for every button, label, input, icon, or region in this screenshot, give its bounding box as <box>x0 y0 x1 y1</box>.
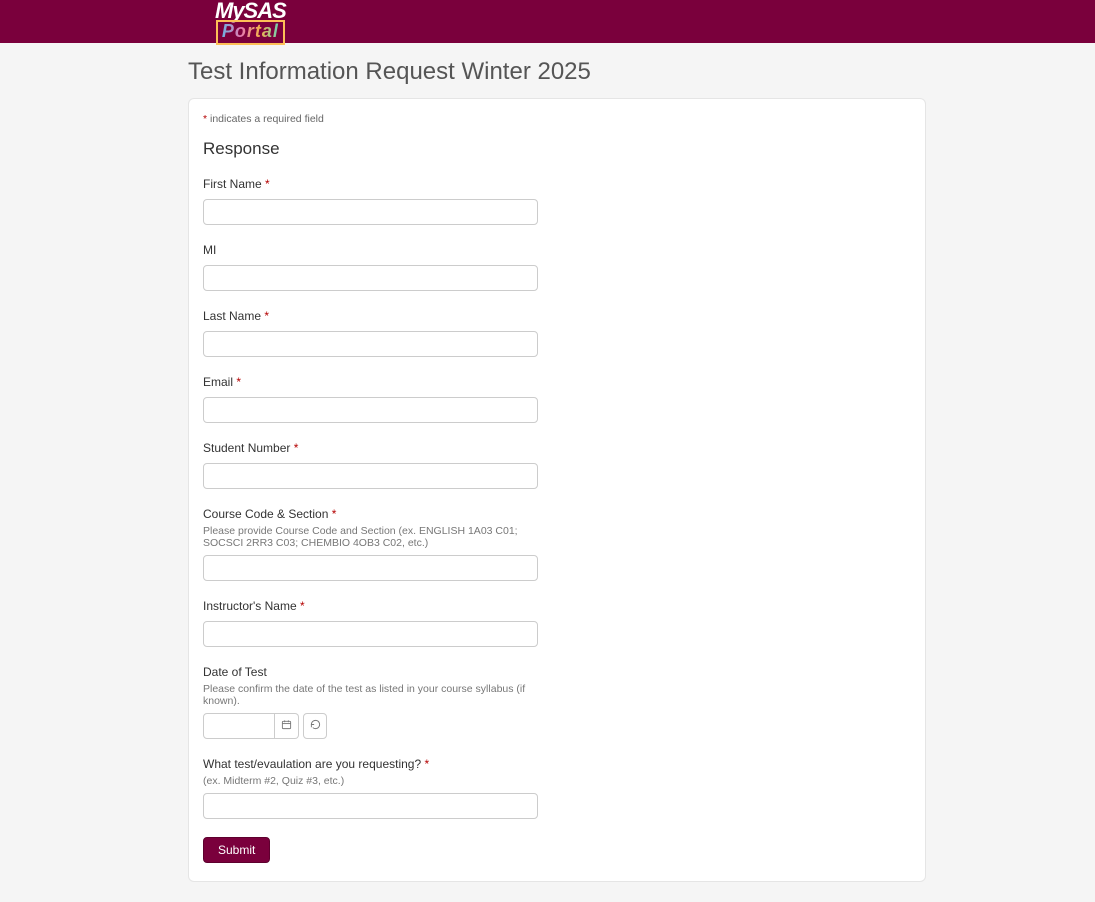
first-name-label-text: First Name <box>203 177 265 191</box>
logo-line2-box: Portal <box>216 20 285 45</box>
date-picker-button[interactable] <box>275 713 299 739</box>
course-code-label: Course Code & Section * <box>203 507 336 521</box>
top-bar: MySAS Portal <box>0 0 1095 43</box>
email-input[interactable] <box>203 397 538 423</box>
date-help: Please confirm the date of the test as l… <box>203 683 533 707</box>
field-last-name: Last Name * <box>203 307 911 357</box>
last-name-label-text: Last Name <box>203 309 264 323</box>
what-test-label: What test/evaulation are you requesting?… <box>203 757 429 771</box>
required-star-icon: * <box>300 599 305 613</box>
calendar-icon <box>281 719 292 733</box>
logo: MySAS Portal <box>215 0 286 45</box>
first-name-input[interactable] <box>203 199 538 225</box>
logo-line1: MySAS <box>215 0 286 22</box>
last-name-label: Last Name * <box>203 309 269 323</box>
field-date: Date of Test Please confirm the date of … <box>203 663 911 739</box>
submit-button[interactable]: Submit <box>203 837 270 863</box>
what-test-label-text: What test/evaulation are you requesting? <box>203 757 424 771</box>
email-label: Email * <box>203 375 241 389</box>
what-test-help: (ex. Midterm #2, Quiz #3, etc.) <box>203 775 533 787</box>
refresh-icon <box>310 719 321 733</box>
what-test-input[interactable] <box>203 793 538 819</box>
field-first-name: First Name * <box>203 175 911 225</box>
instructor-label: Instructor's Name * <box>203 599 305 613</box>
required-star-icon: * <box>424 757 429 771</box>
field-course-code: Course Code & Section * Please provide C… <box>203 505 911 581</box>
date-reset-button[interactable] <box>303 713 327 739</box>
date-row <box>203 713 911 739</box>
instructor-label-text: Instructor's Name <box>203 599 300 613</box>
required-star-icon: * <box>265 177 270 191</box>
form-card: * indicates a required field Response Fi… <box>188 98 926 882</box>
required-star-icon: * <box>264 309 269 323</box>
field-student-number: Student Number * <box>203 439 911 489</box>
date-label: Date of Test <box>203 665 267 679</box>
required-note: * indicates a required field <box>203 113 911 125</box>
logo-line2: Portal <box>222 21 279 41</box>
response-heading: Response <box>203 139 911 159</box>
student-number-label: Student Number * <box>203 441 298 455</box>
course-code-help: Please provide Course Code and Section (… <box>203 525 533 549</box>
required-star-icon: * <box>236 375 241 389</box>
mi-input[interactable] <box>203 265 538 291</box>
required-star-icon: * <box>332 507 337 521</box>
field-what-test: What test/evaulation are you requesting?… <box>203 755 911 819</box>
first-name-label: First Name * <box>203 177 270 191</box>
field-instructor: Instructor's Name * <box>203 597 911 647</box>
last-name-input[interactable] <box>203 331 538 357</box>
field-mi: MI <box>203 241 911 291</box>
page-title: Test Information Request Winter 2025 <box>188 58 1095 86</box>
student-number-label-text: Student Number <box>203 441 294 455</box>
course-code-label-text: Course Code & Section <box>203 507 332 521</box>
mi-label: MI <box>203 243 216 257</box>
student-number-input[interactable] <box>203 463 538 489</box>
email-label-text: Email <box>203 375 236 389</box>
required-star-icon: * <box>294 441 299 455</box>
course-code-input[interactable] <box>203 555 538 581</box>
field-email: Email * <box>203 373 911 423</box>
required-note-text: indicates a required field <box>207 113 324 125</box>
instructor-input[interactable] <box>203 621 538 647</box>
date-input[interactable] <box>203 713 275 739</box>
